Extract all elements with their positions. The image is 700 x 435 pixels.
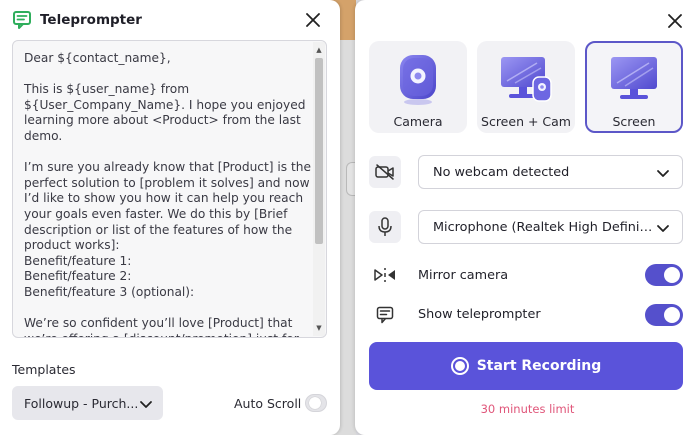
- teleprompter-panel: Teleprompter Dear ${contact_name}, This …: [0, 0, 340, 435]
- mode-camera-label: Camera: [393, 114, 443, 129]
- scroll-up-icon[interactable]: ▲: [313, 44, 325, 56]
- record-icon: [450, 357, 469, 375]
- microphone-select-value: Microphone (Realtek High Definition Audi…: [433, 219, 653, 235]
- toggle-knob: [309, 397, 321, 409]
- script-scrollbar[interactable]: ▲ ▼: [313, 42, 325, 336]
- teleprompter-title: Teleprompter: [40, 12, 142, 28]
- scroll-down-icon[interactable]: ▼: [313, 322, 325, 334]
- auto-scroll-toggle[interactable]: [305, 394, 327, 412]
- mode-screen-label: Screen: [612, 114, 656, 129]
- teleprompter-icon: [369, 299, 401, 331]
- camera-off-icon: [369, 156, 401, 188]
- mode-screen-cam-label: Screen + Cam: [481, 114, 571, 129]
- teleprompter-icon: [12, 10, 32, 30]
- scroll-thumb[interactable]: [315, 58, 323, 244]
- screen-icon: [603, 51, 665, 107]
- toggle-knob: [664, 307, 680, 323]
- script-textarea[interactable]: Dear ${contact_name}, This is ${user_nam…: [12, 40, 327, 338]
- mirror-icon: [369, 259, 401, 291]
- microphone-icon: [369, 211, 401, 243]
- camera-icon: [387, 51, 449, 107]
- mode-camera[interactable]: Camera: [369, 41, 467, 133]
- start-recording-button[interactable]: Start Recording: [369, 342, 683, 390]
- mirror-camera-label: Mirror camera: [418, 268, 509, 283]
- chevron-down-icon: [656, 220, 670, 239]
- recorder-panel: Camera Screen + Cam Screen No webcam det…: [355, 0, 700, 435]
- script-text[interactable]: Dear ${contact_name}, This is ${user_nam…: [24, 51, 314, 337]
- close-icon[interactable]: [302, 9, 324, 31]
- screen-cam-icon: [495, 51, 557, 107]
- mode-screen-cam[interactable]: Screen + Cam: [477, 41, 575, 133]
- mirror-camera-toggle[interactable]: [645, 264, 683, 286]
- toggle-knob: [664, 267, 680, 283]
- teleprompter-header: Teleprompter: [12, 9, 328, 31]
- chevron-down-icon: [139, 396, 153, 415]
- microphone-select[interactable]: Microphone (Realtek High Definition Audi…: [418, 210, 683, 244]
- template-select[interactable]: Followup - Purch...: [12, 386, 163, 420]
- start-recording-label: Start Recording: [476, 358, 602, 374]
- show-teleprompter-label: Show teleprompter: [418, 307, 541, 322]
- close-icon[interactable]: [664, 10, 686, 32]
- recording-limit-text: 30 minutes limit: [480, 402, 575, 416]
- camera-select[interactable]: No webcam detected: [418, 155, 683, 189]
- camera-select-value: No webcam detected: [433, 164, 570, 180]
- auto-scroll-label: Auto Scroll: [234, 396, 302, 411]
- template-select-value: Followup - Purch...: [24, 395, 139, 411]
- show-teleprompter-toggle[interactable]: [645, 304, 683, 326]
- chevron-down-icon: [656, 165, 670, 184]
- templates-label: Templates: [12, 362, 76, 377]
- mode-screen[interactable]: Screen: [585, 41, 683, 133]
